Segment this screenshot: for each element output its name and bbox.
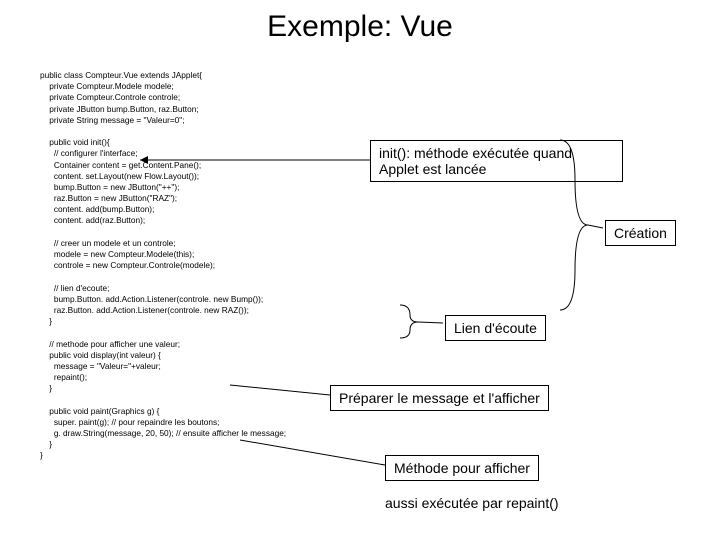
annot-creation: Création (605, 220, 676, 246)
code-block: public class Compteur.Vue extends JApple… (40, 70, 286, 462)
annot-preparer: Préparer le message et l'afficher (330, 385, 549, 411)
annot-methode: Méthode pour afficher (385, 455, 539, 481)
annot-init: init(): méthode exécutée quand Applet es… (370, 140, 623, 182)
annot-lien: Lien d'écoute (445, 315, 546, 341)
annot-aussi: aussi exécutée par repaint() (385, 495, 559, 511)
slide-title: Exemple: Vue (0, 10, 720, 44)
